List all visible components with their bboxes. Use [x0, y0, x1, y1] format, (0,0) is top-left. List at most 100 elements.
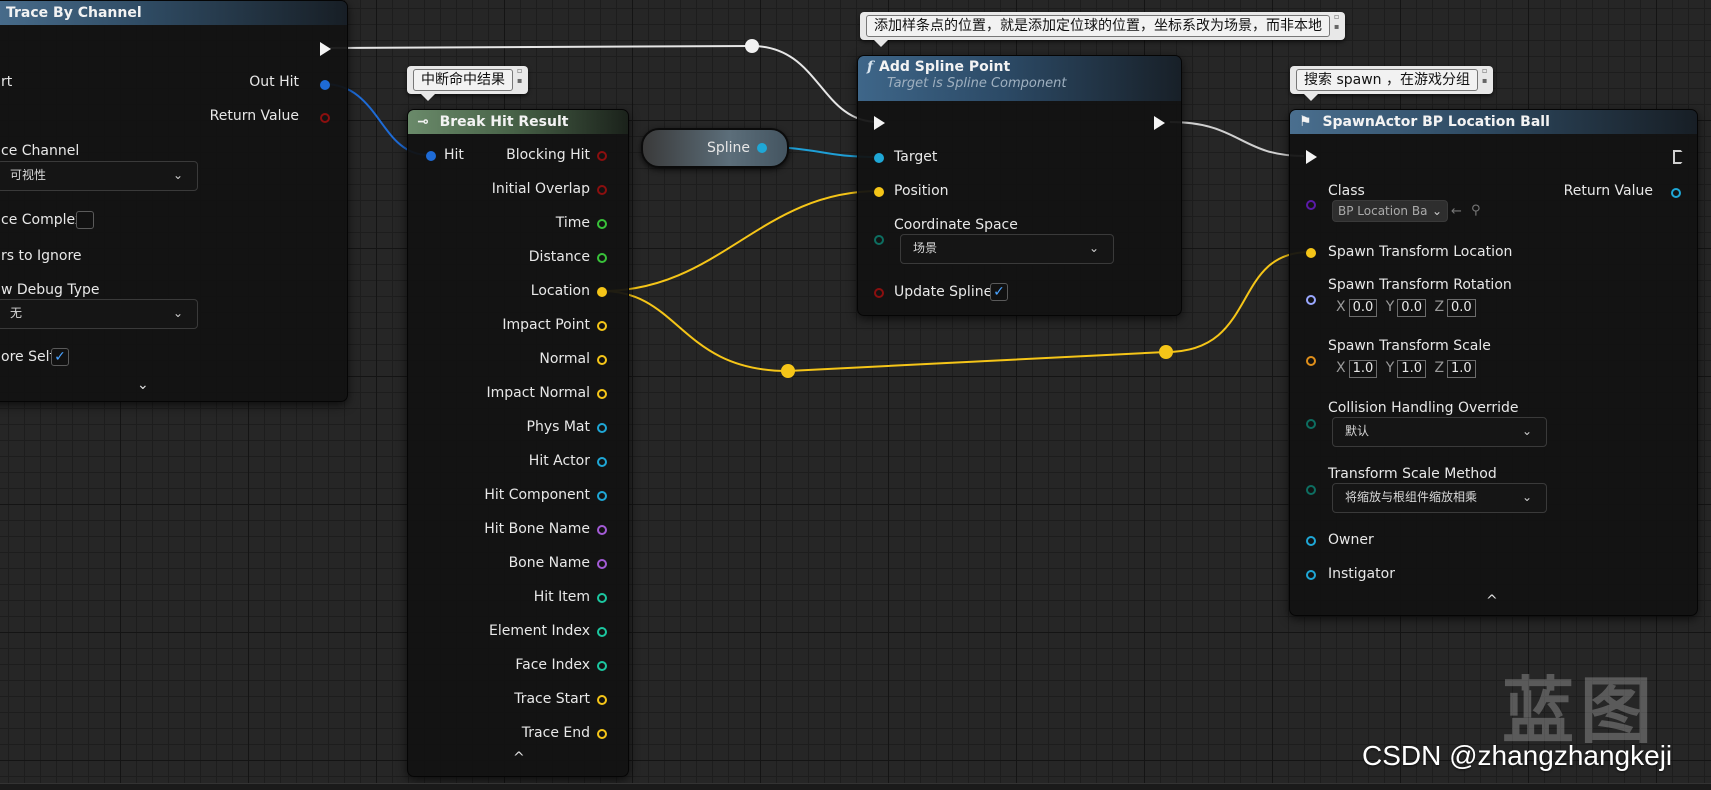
add-spline-comment[interactable]: 添加样条点的位置，就是添加定位球的位置，坐标系改为场景，而非本地▫ ▪ — [860, 12, 1346, 47]
axis-y-label: Y — [1385, 360, 1395, 376]
add-spline-exec-out-pin[interactable] — [1154, 116, 1165, 130]
break-output-pin[interactable] — [597, 695, 607, 705]
break-hit-result-node[interactable]: ⊸ Break Hit Result Hit Blocking Hit Initi… — [407, 109, 629, 777]
trace-channel-label: ce Channel — [1, 143, 80, 159]
trace-channel-dropdown[interactable]: 可视性 ⌄ — [0, 161, 198, 191]
break-output-pin[interactable] — [597, 457, 607, 467]
spawn-rotation-pin[interactable] — [1306, 295, 1316, 305]
spawn-scale-pin[interactable] — [1306, 356, 1316, 366]
break-output-pin[interactable] — [597, 423, 607, 433]
owner-pin[interactable] — [1306, 536, 1316, 546]
spawn-rotation-row: Spawn Transform Rotation — [1328, 277, 1512, 293]
scale-z-field[interactable]: 1.0 — [1447, 360, 1476, 378]
trace-return-pin[interactable] — [320, 113, 330, 123]
break-output-pin[interactable] — [597, 491, 607, 501]
position-row: Position — [894, 183, 949, 199]
break-output-pin[interactable] — [597, 321, 607, 331]
update-spline-pin[interactable] — [874, 288, 884, 298]
break-output-pin[interactable] — [597, 525, 607, 535]
add-spline-exec-in-pin[interactable] — [874, 116, 885, 130]
break-output-row: Impact Point — [502, 317, 590, 333]
coord-space-label: Coordinate Space — [894, 217, 1018, 233]
break-hit-comment[interactable]: 中断命中结果▫ ▪ — [407, 66, 529, 101]
collision-pin[interactable] — [1306, 419, 1316, 429]
coord-space-dropdown[interactable]: 场景 ⌄ — [900, 234, 1114, 264]
break-output-pin[interactable] — [597, 729, 607, 739]
trace-by-channel-node[interactable]: Trace By Channel rt Out Hit Return Value… — [0, 0, 348, 402]
break-output-pin[interactable] — [597, 593, 607, 603]
scale-method-dropdown[interactable]: 将缩放与根组件缩放相乘 ⌄ — [1332, 483, 1547, 513]
update-spline-checkbox[interactable]: ✓ — [990, 283, 1008, 301]
target-pin[interactable] — [874, 153, 884, 163]
break-output-pin[interactable] — [597, 151, 607, 161]
chevron-down-icon: ⌄ — [1431, 204, 1442, 218]
trace-out-hit-row: Out Hit — [249, 74, 299, 90]
update-spline-row: Update Spline — [894, 284, 992, 300]
spawn-header[interactable]: ⚑ SpawnActor BP Location Ball — [1290, 110, 1697, 134]
collision-value: 默认 — [1345, 424, 1370, 438]
break-output-pin[interactable] — [597, 253, 607, 263]
out-hit-pin[interactable] — [320, 80, 330, 90]
break-output-label: Impact Normal — [486, 385, 590, 401]
break-output-pin[interactable] — [597, 627, 607, 637]
spline-output-pin[interactable] — [757, 143, 767, 153]
break-output-pin[interactable] — [597, 559, 607, 569]
spawn-comment-text: 搜索 spawn ，在游戏分组 — [1296, 69, 1478, 91]
break-output-pin[interactable] — [597, 185, 607, 195]
hit-input-pin[interactable] — [426, 151, 436, 161]
collapse-chevron-icon[interactable]: ^ — [1486, 593, 1498, 609]
spawn-location-row: Spawn Transform Location — [1328, 244, 1512, 260]
scale-y-field[interactable]: 1.0 — [1397, 360, 1426, 378]
trace-node-header[interactable]: Trace By Channel — [0, 1, 347, 25]
spline-variable-label: Spline — [707, 140, 751, 156]
break-output-pin[interactable] — [597, 389, 607, 399]
rotation-y-field[interactable]: 0.0 — [1397, 299, 1426, 317]
spawn-exec-in-pin[interactable] — [1306, 150, 1317, 164]
scale-x-field[interactable]: 1.0 — [1348, 360, 1378, 378]
trace-exec-out-pin[interactable] — [320, 42, 331, 56]
break-output-row: Bone Name — [509, 555, 590, 571]
collision-dropdown[interactable]: 默认 ⌄ — [1332, 417, 1547, 447]
break-output-label: Bone Name — [508, 555, 590, 571]
add-spline-header[interactable]: f Add Spline Point Target is Spline Compo… — [858, 56, 1181, 101]
browse-search-icon[interactable]: ⚲ — [1471, 203, 1481, 218]
rotation-x-field[interactable]: 0.0 — [1348, 299, 1378, 317]
add-spline-point-node[interactable]: f Add Spline Point Target is Spline Compo… — [857, 55, 1182, 316]
chevron-down-icon: ⌄ — [1521, 424, 1532, 438]
rotation-z-field[interactable]: 0.0 — [1447, 299, 1476, 317]
break-output-pin[interactable] — [597, 661, 607, 671]
axis-x-label: X — [1336, 360, 1346, 376]
spawn-return-pin[interactable] — [1671, 188, 1681, 198]
vector-reroute-node-1 — [781, 364, 795, 378]
collapse-chevron-icon[interactable]: ^ — [513, 750, 525, 766]
spawn-comment[interactable]: 搜索 spawn ，在游戏分组▫ ▪ — [1290, 66, 1494, 101]
use-selected-icon[interactable]: ← — [1451, 204, 1462, 219]
axis-x-label: X — [1336, 299, 1346, 315]
class-dropdown[interactable]: BP Location Ba ⌄ — [1332, 200, 1448, 222]
break-struct-icon: ⊸ — [417, 114, 429, 130]
class-pin[interactable] — [1306, 200, 1316, 210]
instigator-pin[interactable] — [1306, 570, 1316, 580]
trace-complex-checkbox[interactable] — [76, 211, 94, 229]
position-pin[interactable] — [874, 187, 884, 197]
break-output-row: Location — [531, 283, 590, 299]
add-spline-title: Add Spline Point — [879, 59, 1011, 75]
spawn-exec-out-pin[interactable] — [1673, 150, 1687, 164]
ignore-self-checkbox[interactable]: ✓ — [51, 348, 69, 366]
trace-start-label: rt — [1, 74, 13, 90]
scale-method-pin[interactable] — [1306, 485, 1316, 495]
spline-variable-node[interactable]: Spline — [641, 128, 789, 168]
collision-label: Collision Handling Override — [1328, 400, 1519, 416]
break-node-header[interactable]: ⊸ Break Hit Result — [408, 110, 628, 134]
spawn-actor-node[interactable]: ⚑ SpawnActor BP Location Ball Class BP L… — [1289, 109, 1698, 616]
position-label: Position — [894, 183, 949, 199]
break-output-label: Hit Bone Name — [484, 521, 590, 537]
break-output-pin[interactable] — [597, 219, 607, 229]
break-output-pin[interactable] — [597, 287, 607, 297]
draw-debug-dropdown[interactable]: 无 ⌄ — [0, 299, 198, 329]
draw-debug-row: w Debug Type — [1, 282, 100, 298]
collapse-chevron-icon[interactable]: ⌄ — [137, 377, 149, 393]
spawn-location-pin[interactable] — [1306, 248, 1316, 258]
coord-space-pin[interactable] — [874, 235, 884, 245]
break-output-pin[interactable] — [597, 355, 607, 365]
